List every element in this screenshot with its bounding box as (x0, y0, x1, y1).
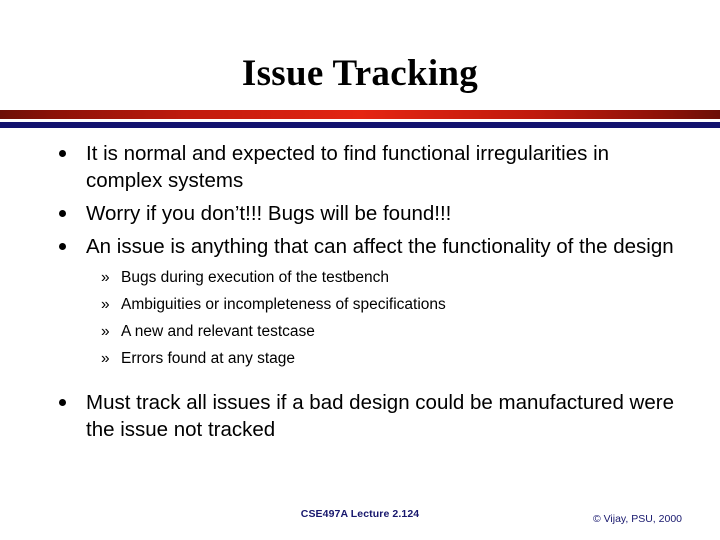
sub-list-item: » Bugs during execution of the testbench (0, 267, 720, 289)
bullet-dot-icon (59, 200, 77, 227)
list-item: An issue is anything that can affect the… (0, 233, 720, 260)
list-item: Must track all issues if a bad design co… (0, 389, 720, 443)
list-item: It is normal and expected to find functi… (0, 140, 720, 194)
list-item-label: An issue is anything that can affect the… (86, 235, 674, 258)
sub-list-item: » A new and relevant testcase (0, 321, 720, 343)
sub-list: » Bugs during execution of the testbench… (0, 267, 720, 370)
list-item-label: Worry if you don’t!!! Bugs will be found… (86, 202, 452, 225)
page-title: Issue Tracking (241, 53, 479, 94)
bullet-dot-icon (59, 233, 77, 260)
list-item: Worry if you don’t!!! Bugs will be found… (0, 200, 720, 227)
sub-list-item-label: Ambiguities or incompleteness of specifi… (121, 296, 446, 313)
sub-list-item: » Errors found at any stage (0, 348, 720, 370)
title-area: Issue Tracking (0, 52, 720, 96)
footer-copyright: © Vijay, PSU, 2000 (592, 513, 682, 525)
list-item-label: Must track all issues if a bad design co… (86, 391, 674, 441)
sub-list-item-label: Bugs during execution of the testbench (121, 269, 389, 286)
double-chevron-icon: » (101, 350, 110, 367)
divider-bar-red (0, 110, 720, 119)
sub-list-item-label: Errors found at any stage (121, 350, 296, 367)
double-chevron-icon: » (101, 323, 110, 340)
divider-bar-blue (0, 122, 720, 128)
bullet-dot-icon (59, 389, 77, 416)
slide: Issue Tracking It is normal and expected… (0, 0, 720, 540)
title-divider (0, 110, 720, 128)
sub-list-item-label: A new and relevant testcase (121, 323, 315, 340)
bullet-dot-icon (59, 140, 77, 167)
list-item-label: It is normal and expected to find functi… (86, 142, 610, 192)
sub-list-item: » Ambiguities or incompleteness of speci… (0, 294, 720, 316)
double-chevron-icon: » (101, 296, 110, 313)
double-chevron-icon: » (101, 269, 110, 286)
content-body: It is normal and expected to find functi… (0, 140, 720, 449)
